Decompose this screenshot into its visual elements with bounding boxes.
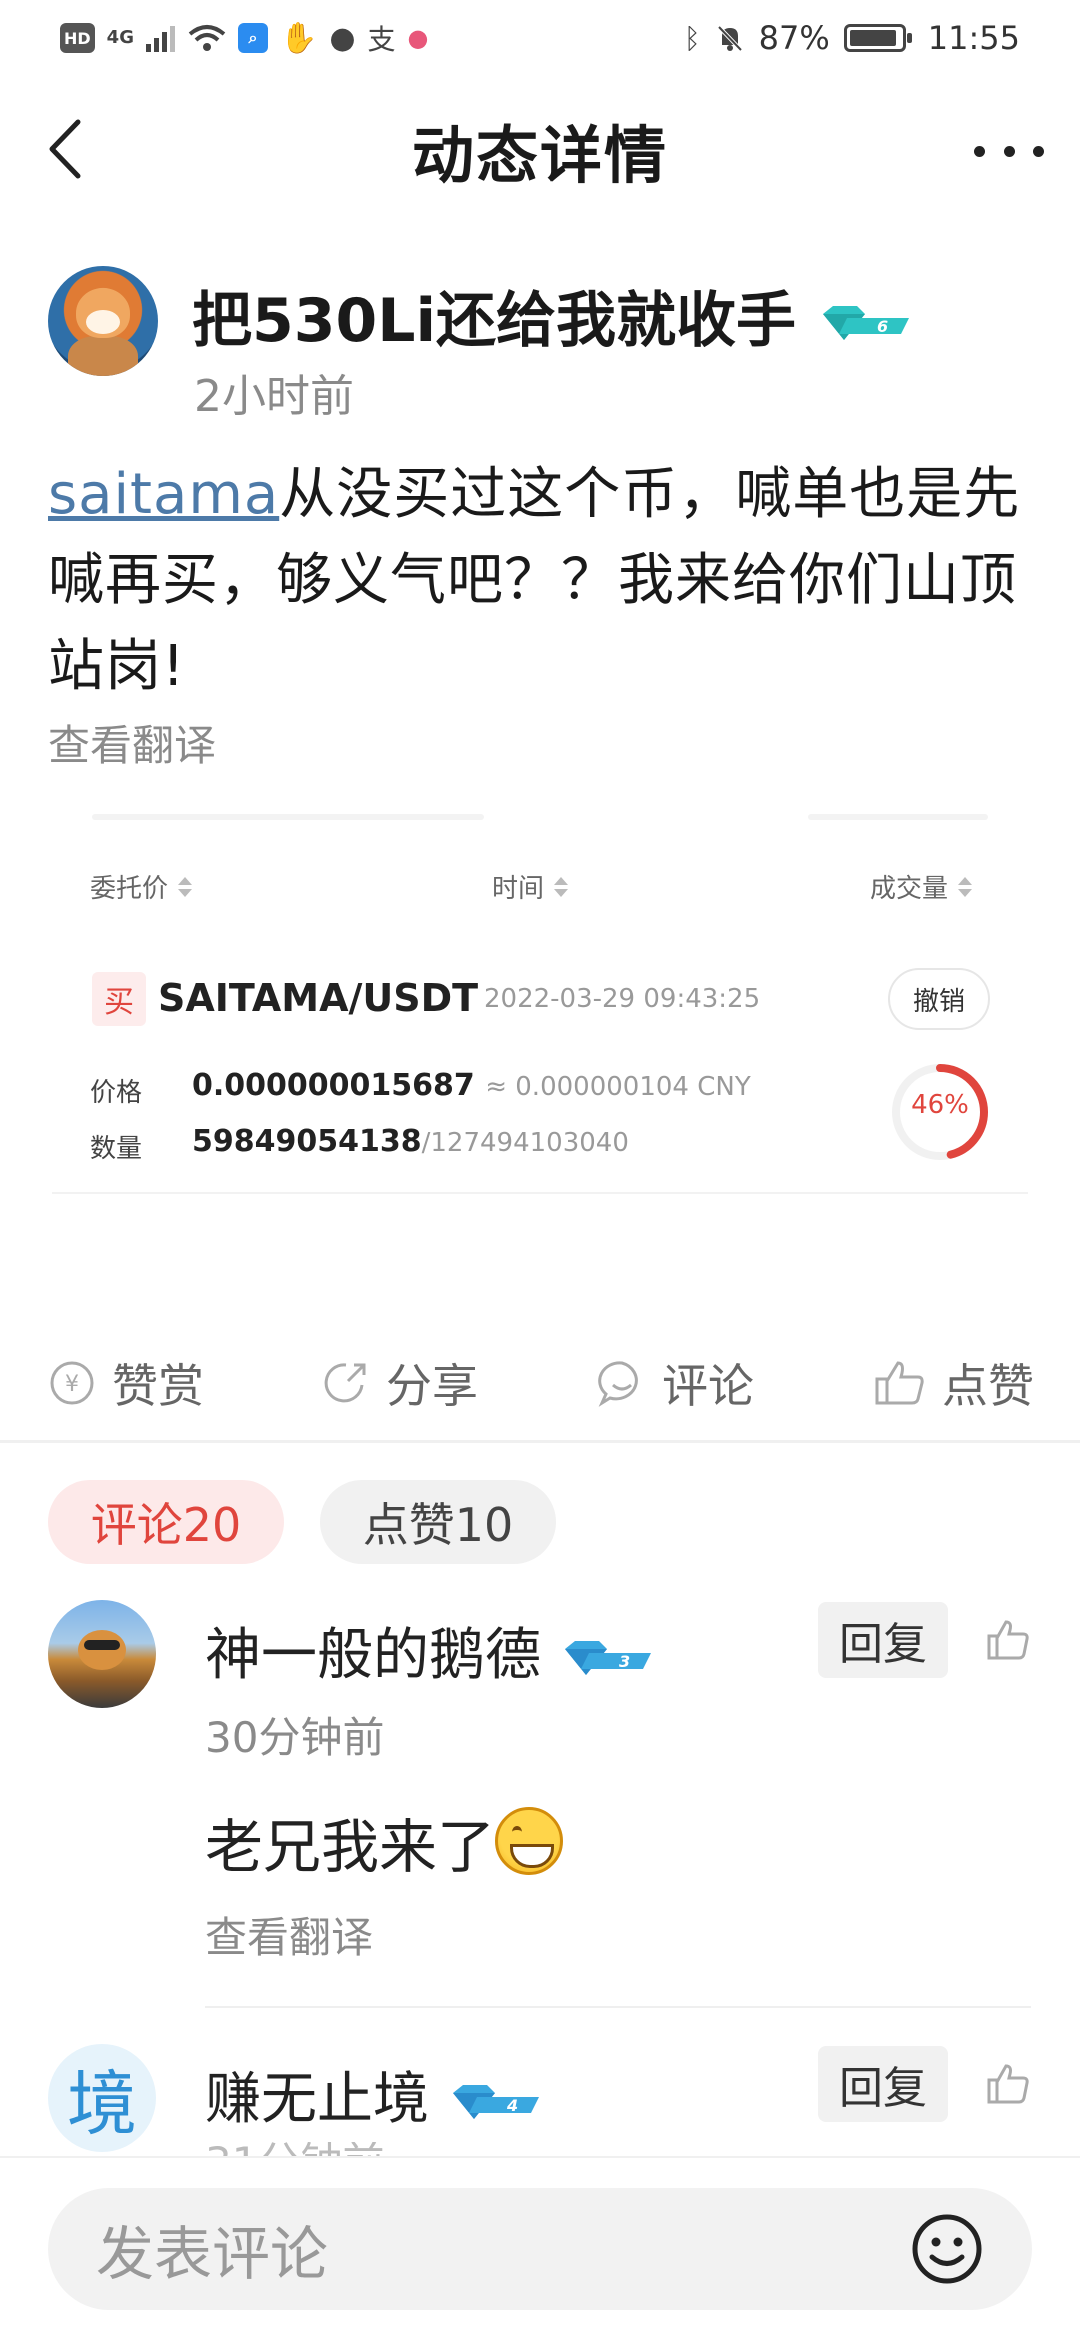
comment-avatar[interactable]	[48, 1600, 156, 1708]
fill-percent: 46%	[911, 1090, 969, 1120]
action-bar: ¥ 赞赏 分享 评论 点赞	[0, 1350, 1080, 1430]
post-body: saitama从没买过这个币，喊单也是先喊再买，够义气吧？？我来给你们山顶站岗!	[48, 452, 1038, 710]
column-price-label: 委托价	[90, 874, 169, 904]
translate-link[interactable]: 查看翻译	[48, 712, 216, 773]
bluetooth-icon: ᛒ	[683, 21, 701, 55]
quantity-total: /127494103040	[421, 1128, 629, 1158]
comment-avatar[interactable]: 境	[48, 2044, 156, 2152]
comment-author[interactable]: 赚无止境 4	[205, 2054, 541, 2135]
column-volume[interactable]: 成交量	[870, 868, 973, 905]
grin-emoji-icon	[495, 1807, 564, 1875]
comment-time: 30分钟前	[205, 1713, 385, 1762]
comment-author[interactable]: 神一般的鹅德 3	[205, 1610, 653, 1691]
back-arrow-icon[interactable]	[40, 114, 90, 184]
comment-icon	[598, 1361, 638, 1407]
diamond-level-badge-icon: 4	[452, 2084, 539, 2119]
quantity-value: 59849054138	[192, 1124, 422, 1159]
share-icon	[324, 1363, 366, 1403]
buy-side-tag: 买	[92, 972, 146, 1026]
network-type: 4G	[106, 27, 134, 48]
hd-icon: HD	[60, 23, 95, 53]
author-level-number: 6	[877, 317, 888, 336]
comment-input-placeholder: 发表评论	[96, 2220, 329, 2288]
page-title: 动态详情	[411, 119, 668, 192]
coin-icon: ¥	[50, 1361, 94, 1405]
emoji-picker-icon[interactable]	[910, 2212, 984, 2286]
column-price[interactable]: 委托价	[90, 868, 193, 905]
comment-text-body: 老兄我来了	[205, 1813, 496, 1881]
comment-label: 评论	[662, 1359, 754, 1413]
comment-like-icon[interactable]	[986, 2062, 1030, 2106]
svg-text:¥: ¥	[65, 1372, 79, 1397]
cancel-order-button[interactable]: 撤销	[888, 968, 990, 1030]
column-time-label: 时间	[492, 874, 545, 904]
like-label: 点赞	[942, 1359, 1034, 1413]
author-name[interactable]: 把530Li还给我就收手 6	[192, 272, 911, 359]
quantity-label: 数量	[90, 1134, 143, 1164]
mention-link[interactable]: saitama	[48, 462, 279, 527]
reply-button[interactable]: 回复	[818, 2046, 948, 2122]
signal-icon	[145, 26, 175, 52]
author-name-text: 把530Li还给我就收手	[192, 286, 797, 356]
comment-text: 老兄我来了	[205, 1800, 564, 1884]
quantity-value-row: 59849054138/127494103040	[192, 1124, 629, 1159]
status-right: ᛒ 87% 11:55	[684, 19, 1020, 57]
comment-like-icon[interactable]	[986, 1618, 1030, 1662]
search-app-icon: ⌕	[237, 23, 268, 53]
order-time: 2022-03-29 09:43:25	[484, 984, 761, 1014]
alipay-icon: 支	[367, 23, 396, 56]
heart-app-icon: ●	[407, 24, 429, 52]
more-icon[interactable]	[974, 126, 1044, 176]
card-top-line-right	[808, 814, 988, 820]
comment-author-text: 神一般的鹅德	[205, 1623, 541, 1688]
chat-icon: ●	[329, 20, 356, 56]
comment-author-text: 赚无止境	[205, 2067, 429, 2132]
reward-label: 赞赏	[112, 1359, 204, 1413]
comment-divider	[205, 2006, 1031, 2008]
clock: 11:55	[927, 19, 1020, 57]
nav-bar: 动态详情	[0, 90, 1080, 210]
tab-likes[interactable]: 点赞10	[320, 1480, 556, 1564]
mute-bell-icon	[717, 25, 743, 52]
sort-icon	[178, 876, 193, 897]
column-volume-label: 成交量	[870, 874, 949, 904]
card-top-line-left	[92, 814, 484, 820]
card-divider	[52, 1192, 1028, 1194]
share-label: 分享	[386, 1359, 478, 1413]
status-bar: HD 4G ⌕ ✋ ● 支 ● ᛒ 87% 11:55	[0, 0, 1080, 76]
price-label: 价格	[90, 1078, 143, 1108]
comment-translate-link[interactable]: 查看翻译	[205, 1904, 373, 1965]
wifi-icon	[188, 25, 226, 51]
sort-icon	[958, 876, 973, 897]
column-time[interactable]: 时间	[492, 868, 569, 905]
like-button[interactable]: 点赞	[874, 1350, 1034, 1416]
trading-pair: SAITAMA/USDT	[158, 976, 479, 1020]
share-button[interactable]: 分享	[322, 1350, 478, 1416]
price-value-row: 0.000000015687 ≈ 0.000000104 CNY	[192, 1068, 751, 1103]
section-divider	[0, 1440, 1080, 1443]
comment-button[interactable]: 评论	[598, 1350, 754, 1416]
comment-level-number: 3	[619, 1652, 630, 1671]
battery-percent: 87%	[758, 19, 830, 57]
post-time: 2小时前	[194, 371, 354, 422]
price-cny: ≈ 0.000000104 CNY	[485, 1072, 751, 1102]
author-avatar[interactable]	[48, 266, 158, 376]
battery-icon	[843, 24, 912, 52]
price-value: 0.000000015687	[192, 1068, 475, 1103]
thumbs-up-icon	[875, 1361, 924, 1405]
reward-button[interactable]: ¥ 赞赏	[48, 1350, 204, 1416]
status-left: HD 4G ⌕ ✋ ● 支 ●	[60, 18, 429, 58]
comment-input[interactable]: 发表评论	[48, 2188, 1032, 2310]
diamond-level-badge-icon: 6	[822, 306, 909, 341]
reply-button[interactable]: 回复	[818, 1602, 948, 1678]
tab-comments[interactable]: 评论20	[48, 1480, 284, 1564]
hand-icon: ✋	[279, 20, 318, 56]
diamond-level-badge-icon: 3	[564, 1640, 651, 1675]
sort-icon	[554, 876, 569, 897]
comment-level-number: 4	[506, 2096, 518, 2115]
